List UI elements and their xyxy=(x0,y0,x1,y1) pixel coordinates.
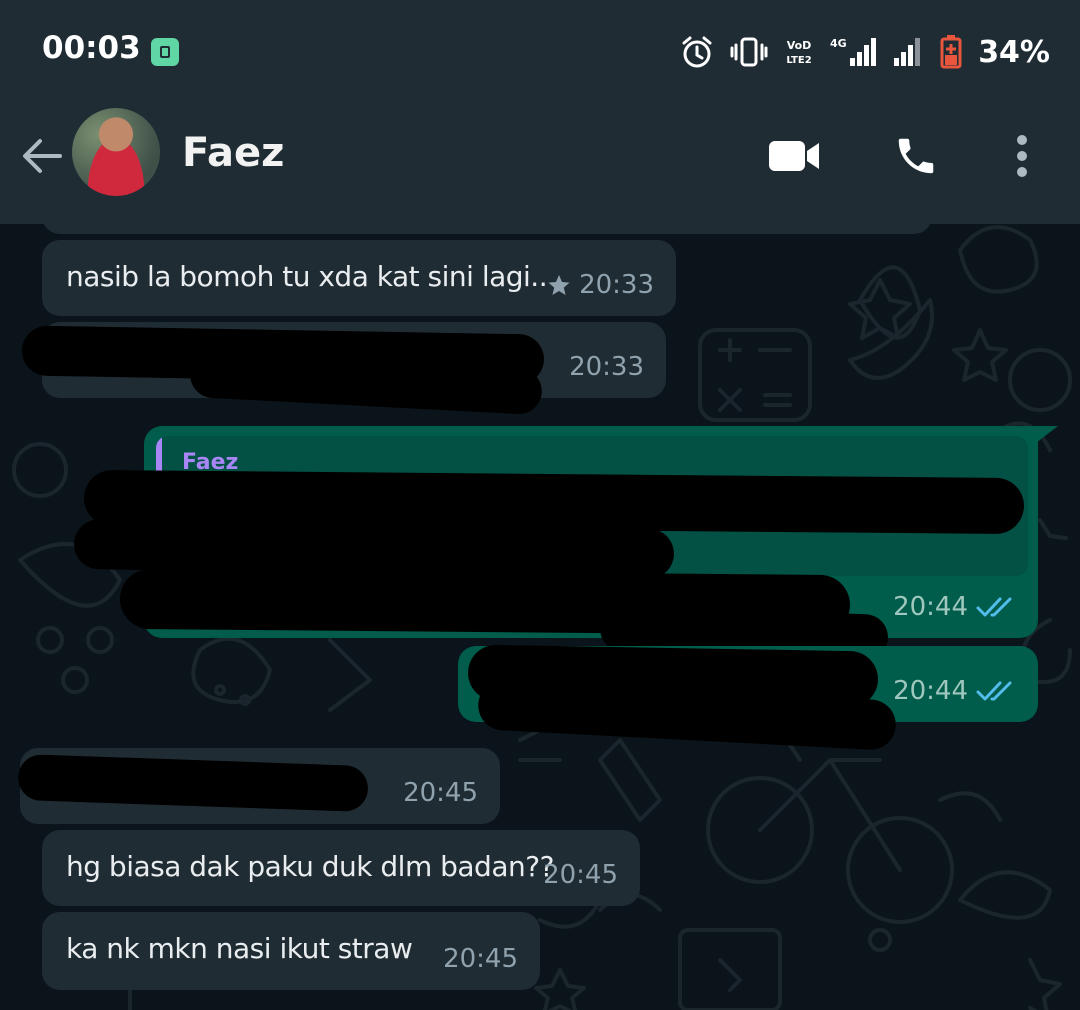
message-meta: 20:45 xyxy=(443,944,518,974)
double-check-read-icon xyxy=(976,597,1012,617)
message-bubble[interactable]: nasib la bomoh tu xda kat sini lagi.. 20… xyxy=(42,240,676,316)
phone-icon xyxy=(898,138,934,174)
message-time: 20:44 xyxy=(893,676,968,706)
battery-percent: 34% xyxy=(978,34,1050,70)
status-time: 00:03 xyxy=(42,30,141,66)
signal-icon xyxy=(894,38,921,66)
svg-text:VoD: VoD xyxy=(787,39,812,52)
message-text: nasib la bomoh tu xda kat sini lagi.. xyxy=(66,260,548,293)
alarm-icon xyxy=(682,36,712,68)
voice-call-button[interactable] xyxy=(886,128,946,184)
svg-text:LTE2: LTE2 xyxy=(787,55,812,66)
message-meta: 20:33 xyxy=(547,270,654,300)
message-bubble[interactable]: hg biasa dak paku duk dlm badan?? 20:45 xyxy=(42,830,640,906)
message-time: 20:33 xyxy=(579,270,654,300)
back-arrow-icon[interactable] xyxy=(18,132,66,180)
message-meta: 20:45 xyxy=(543,860,618,890)
message-meta: 20:33 xyxy=(569,352,644,382)
signal-4g-icon: 4G xyxy=(830,37,877,66)
message-text: ka nk mkn nasi ikut straw xyxy=(66,932,413,965)
contact-avatar[interactable] xyxy=(72,108,160,196)
status-bar: 00:03 VoD LTE2 4G 34% xyxy=(0,0,1080,100)
contact-name[interactable]: Faez xyxy=(182,130,284,176)
message-time: 20:45 xyxy=(543,860,618,890)
volte-icon: VoD LTE2 xyxy=(787,39,812,66)
battery-charging-icon xyxy=(940,35,962,69)
svg-text:4G: 4G xyxy=(830,37,847,50)
message-meta: 20:44 xyxy=(893,592,1016,622)
message-text: hg biasa dak paku duk dlm badan?? xyxy=(66,850,554,883)
message-time: 20:45 xyxy=(403,778,478,808)
vibrate-icon xyxy=(730,37,768,67)
message-meta: 20:45 xyxy=(403,778,478,808)
status-icons: VoD LTE2 4G 34% xyxy=(680,30,1050,74)
message-bubble-clipped xyxy=(42,200,932,234)
video-camera-icon xyxy=(769,141,819,171)
notification-app-icon xyxy=(151,38,179,66)
double-check-read-icon xyxy=(976,681,1012,701)
message-meta: 20:44 xyxy=(893,676,1016,706)
message-time: 20:44 xyxy=(893,592,968,622)
kebab-menu-icon xyxy=(1017,135,1027,177)
more-options-button[interactable] xyxy=(994,128,1050,184)
bubble-tail xyxy=(1032,426,1058,446)
message-time: 20:33 xyxy=(569,352,644,382)
star-icon xyxy=(548,275,570,295)
message-time: 20:45 xyxy=(443,944,518,974)
message-bubble[interactable]: ka nk mkn nasi ikut straw 20:45 xyxy=(42,912,540,990)
video-call-button[interactable] xyxy=(764,128,824,184)
